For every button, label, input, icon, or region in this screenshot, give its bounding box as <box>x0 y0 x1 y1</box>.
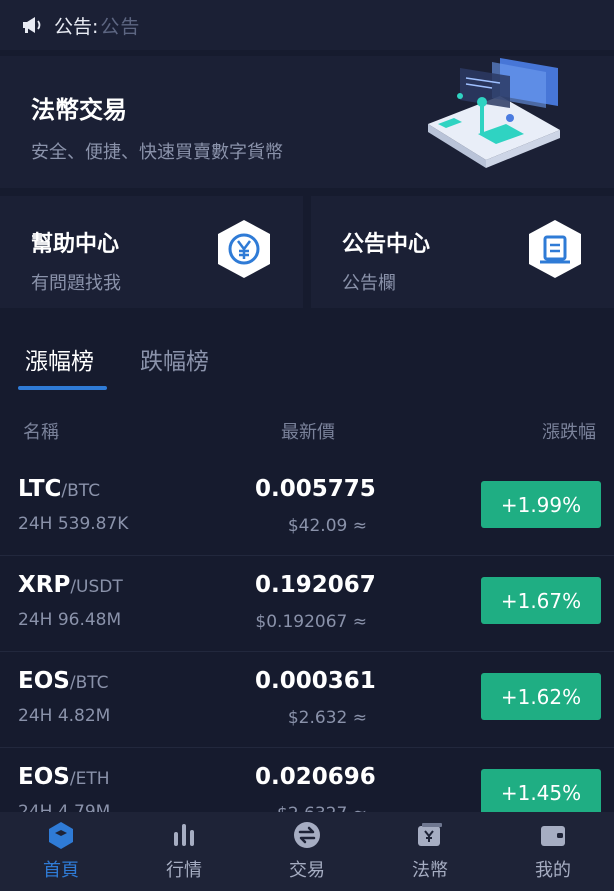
column-header-price: 最新價 <box>281 422 335 443</box>
tab-losers[interactable]: 跌幅榜 <box>140 342 209 376</box>
quote-currency: /USDT <box>70 577 123 597</box>
last-price: 0.192067 <box>255 572 376 598</box>
nav-trade-label: 交易 <box>289 860 325 881</box>
fiat-card-title: 法幣交易 <box>31 96 127 124</box>
notice-center-title: 公告中心 <box>342 232 431 257</box>
ranking-tabs: 漲幅榜 跌幅榜 <box>0 330 614 392</box>
base-currency: EOS <box>18 668 70 694</box>
nav-profile-label: 我的 <box>535 860 571 881</box>
volume-24h: 24H 96.48M <box>18 610 122 630</box>
nav-market[interactable]: 行情 <box>123 812 245 891</box>
nav-fiat[interactable]: 法幣 <box>369 812 491 891</box>
quote-currency: /BTC <box>69 673 109 693</box>
market-row[interactable]: EOS/BTC 24H 4.82M 0.000361 ≈ $2.632 +1.6… <box>0 652 614 748</box>
base-currency: EOS <box>18 764 70 790</box>
base-currency: LTC <box>18 476 62 502</box>
home-cube-icon <box>49 822 73 849</box>
nav-profile[interactable]: 我的 <box>492 812 614 891</box>
yen-coin-hexagon-icon <box>218 220 270 278</box>
pair-symbol: EOS/BTC <box>18 668 109 694</box>
active-tab-indicator <box>18 386 107 390</box>
fiat-price: ≈ $2.6327 <box>255 804 367 812</box>
wallet-profile-icon <box>541 826 565 846</box>
column-header-change: 漲跌幅 <box>542 422 596 443</box>
tab-gainers[interactable]: 漲幅榜 <box>25 342 94 376</box>
last-price: 0.000361 <box>255 668 376 694</box>
exchange-arrows-icon <box>294 822 320 848</box>
pair-symbol: EOS/ETH <box>18 764 109 790</box>
change-badge[interactable]: +1.62% <box>481 673 601 720</box>
change-badge[interactable]: +1.67% <box>481 577 601 624</box>
volume-24h: 24H 539.87K <box>18 514 129 534</box>
market-list[interactable]: LTC/BTC 24H 539.87K 0.005775 ≈ $42.09 +1… <box>0 460 614 812</box>
quote-currency: /ETH <box>69 769 110 789</box>
fiat-card-subtitle: 安全、便捷、快速買賣數字貨幣 <box>31 142 283 163</box>
column-header-name: 名稱 <box>23 422 59 443</box>
nav-home-label: 首頁 <box>43 860 79 881</box>
market-row[interactable]: XRP/USDT 24H 96.48M 0.192067 ≈ $0.192067… <box>0 556 614 652</box>
blockchain-illustration-icon <box>428 58 560 168</box>
nav-market-label: 行情 <box>166 860 202 881</box>
market-column-headers: 名稱 最新價 漲跌幅 <box>0 416 614 446</box>
notice-center-card[interactable]: 公告中心 公告欄 <box>311 196 614 308</box>
fiat-price: ≈ $42.09 <box>287 516 367 536</box>
nav-fiat-label: 法幣 <box>412 860 448 881</box>
market-row[interactable]: EOS/ETH 24H 4.79M 0.020696 ≈ $2.6327 +1.… <box>0 748 614 812</box>
fiat-price: ≈ $0.192067 <box>255 612 367 632</box>
bottom-navigation: 首頁 行情 交易 法幣 我的 <box>0 812 614 891</box>
nav-home[interactable]: 首頁 <box>0 812 122 891</box>
announcement-scrolling-text[interactable]: 公告 <box>100 12 140 39</box>
notice-board-hexagon-icon <box>529 220 581 278</box>
last-price: 0.005775 <box>255 476 376 502</box>
yen-wallet-icon <box>418 823 442 846</box>
bar-chart-icon <box>174 824 194 846</box>
volume-24h: 24H 4.82M <box>18 706 111 726</box>
announcement-bar[interactable]: 公告: 公告 <box>0 0 614 50</box>
quote-currency: /BTC <box>61 481 101 501</box>
help-center-subtitle: 有問題找我 <box>31 273 121 294</box>
fiat-trading-card[interactable]: 法幣交易 安全、便捷、快速買賣數字貨幣 <box>0 56 614 188</box>
announcement-label: 公告: <box>54 15 99 38</box>
last-price: 0.020696 <box>255 764 376 790</box>
help-center-card[interactable]: 幫助中心 有問題找我 <box>0 196 303 308</box>
fiat-price: ≈ $2.632 <box>287 708 367 728</box>
change-badge[interactable]: +1.99% <box>481 481 601 528</box>
base-currency: XRP <box>18 572 71 598</box>
notice-center-subtitle: 公告欄 <box>342 273 396 294</box>
nav-trade[interactable]: 交易 <box>246 812 368 891</box>
pair-symbol: LTC/BTC <box>18 476 100 502</box>
change-badge[interactable]: +1.45% <box>481 769 601 812</box>
help-center-title: 幫助中心 <box>31 232 120 257</box>
market-row[interactable]: LTC/BTC 24H 539.87K 0.005775 ≈ $42.09 +1… <box>0 460 614 556</box>
pair-symbol: XRP/USDT <box>18 572 123 598</box>
megaphone-icon <box>23 17 41 33</box>
volume-24h: 24H 4.79M <box>18 802 111 812</box>
